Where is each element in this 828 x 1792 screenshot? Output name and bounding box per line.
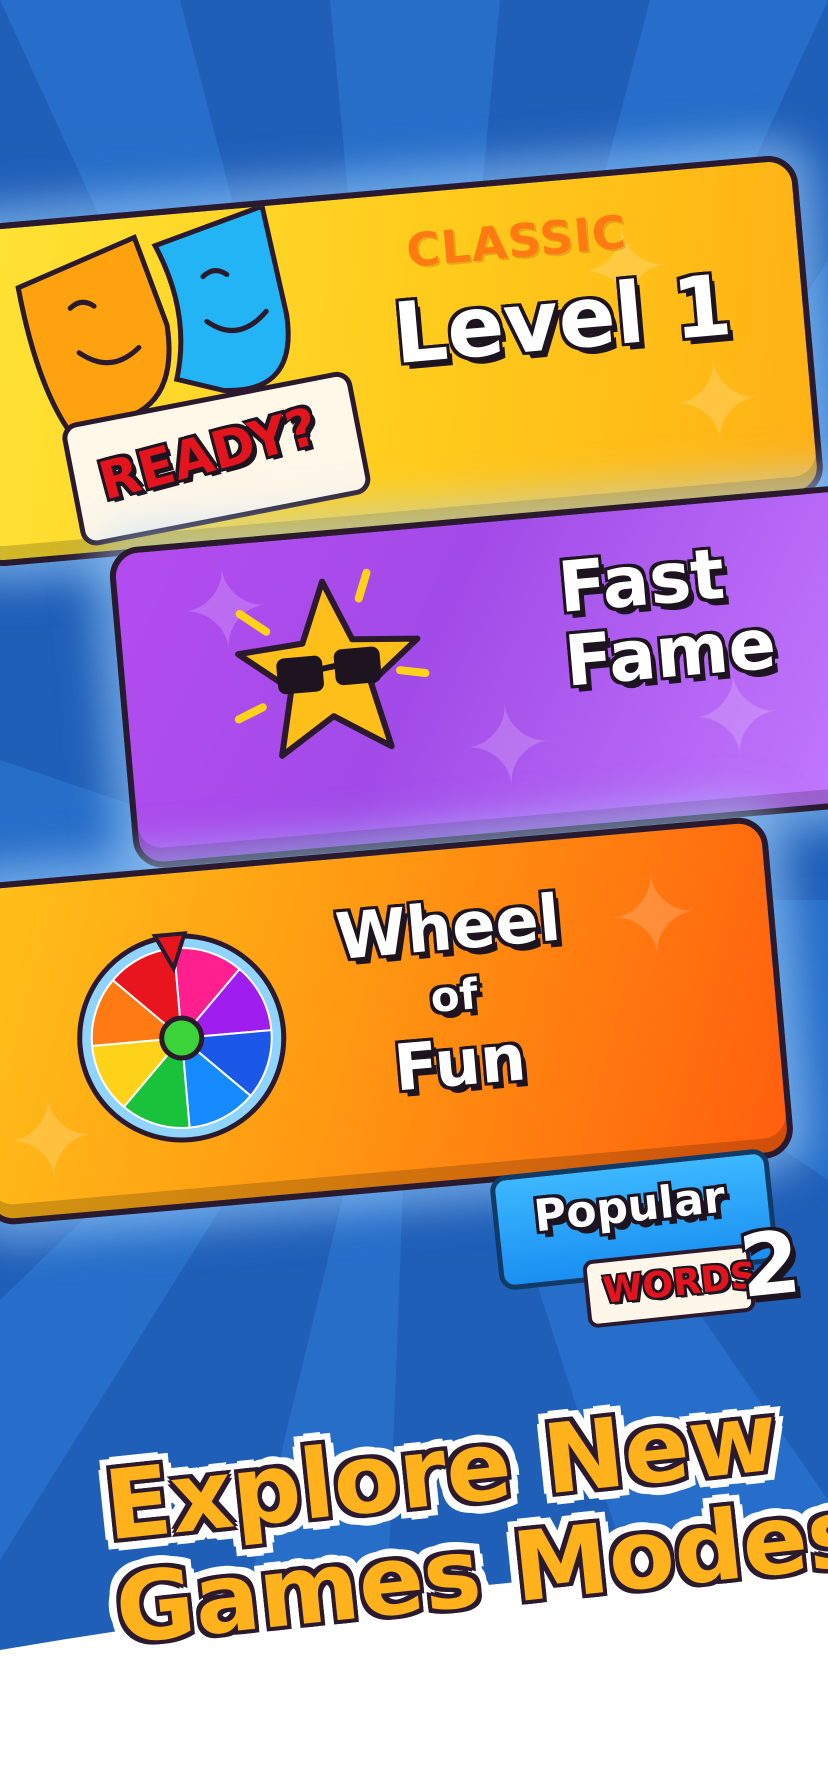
sparkle-decoration: ✦: [665, 334, 769, 471]
sparkle-decoration: ✦: [456, 678, 560, 814]
wheel-of-fun-title: Wheel of Fun: [326, 882, 583, 1108]
logo-words-text: WORDS: [601, 1254, 759, 1312]
logo-number: 2: [734, 1212, 805, 1318]
fast-fame-title: Fast Fame: [555, 533, 780, 703]
prize-wheel-icon: [77, 931, 287, 1143]
sparkle-decoration: ✦: [602, 848, 706, 985]
logo-popular-text: Popular: [531, 1171, 728, 1243]
star-sunglasses-icon: [234, 568, 430, 759]
fast-fame-title-line2: Fame: [561, 602, 780, 703]
mode-card-fast-fame[interactable]: ✦ ✦ ✦ Fast Fame: [107, 481, 828, 871]
ready-badge-text: READY?: [92, 396, 324, 513]
